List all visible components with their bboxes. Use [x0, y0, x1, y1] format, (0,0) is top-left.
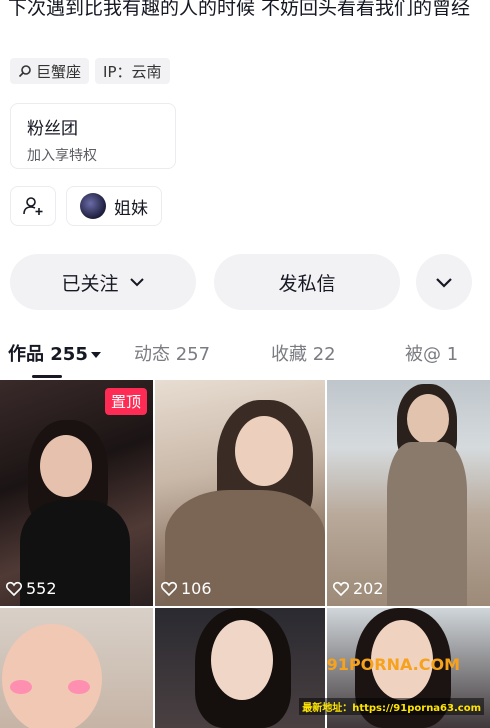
like-count-value: 552	[26, 579, 57, 598]
like-count: 202	[333, 579, 384, 598]
video-grid: 置顶 552 106 202	[0, 380, 490, 728]
pinned-badge: 置顶	[104, 388, 147, 415]
chevron-down-icon	[129, 278, 144, 287]
tag-ip-label: IP：云南	[103, 62, 162, 81]
group-chip-label: 姐妹	[114, 198, 148, 219]
tab-favorites[interactable]: 收藏 22	[271, 340, 336, 366]
group-avatar	[80, 193, 106, 219]
thumbnail-face	[211, 620, 273, 700]
social-chips: 姐妹	[10, 186, 162, 226]
search-icon	[18, 65, 31, 78]
tag-zodiac[interactable]: 巨蟹座	[10, 58, 90, 84]
following-button[interactable]: 已关注	[10, 254, 196, 310]
tag-zodiac-label: 巨蟹座	[36, 62, 82, 81]
fans-group-card[interactable]: 粉丝团 加入享特权	[10, 103, 176, 169]
heart-icon	[6, 581, 22, 596]
tab-works-label: 作品 255	[8, 344, 88, 365]
following-label: 已关注	[61, 272, 119, 295]
send-message-button[interactable]: 发私信	[214, 254, 400, 310]
thumbnail-face	[40, 435, 92, 497]
profile-tabs: 作品 255 动态 257 收藏 22 被@ 1	[0, 336, 490, 378]
heart-icon	[161, 581, 177, 596]
video-thumbnail[interactable]: 202	[327, 380, 490, 606]
thumbnail-face	[2, 624, 102, 728]
profile-tags: 巨蟹座 IP：云南	[10, 58, 170, 84]
fans-group-title: 粉丝团	[27, 119, 78, 139]
more-options-button[interactable]	[416, 254, 472, 310]
video-thumbnail[interactable]: 置顶 552	[0, 380, 153, 606]
like-count: 106	[161, 579, 212, 598]
send-message-label: 发私信	[278, 272, 336, 295]
heart-icon	[333, 581, 349, 596]
tab-mentions[interactable]: 被@ 1	[405, 340, 458, 366]
profile-bio: 下次遇到比我有趣的人的时候 不妨回头看看我们的曾经	[8, 0, 471, 19]
like-count: 552	[6, 579, 57, 598]
like-count-value: 106	[181, 579, 212, 598]
fans-group-subtitle: 加入享特权	[27, 148, 97, 164]
blush-sticker	[68, 680, 90, 694]
site-watermark-url: 最新地址：https://91porna63.com	[299, 698, 484, 715]
group-chat-chip[interactable]: 姐妹	[66, 186, 162, 226]
blush-sticker	[10, 680, 32, 694]
tab-works[interactable]: 作品 255	[8, 340, 101, 366]
site-watermark: 91PORNA.COM	[326, 655, 460, 674]
thumbnail-face	[407, 394, 449, 444]
active-tab-indicator	[32, 375, 62, 378]
tag-ip-location: IP：云南	[95, 58, 170, 84]
tab-moments[interactable]: 动态 257	[134, 340, 210, 366]
like-count-value: 202	[353, 579, 384, 598]
add-friend-button[interactable]	[10, 186, 56, 226]
thumbnail-body	[387, 442, 467, 606]
thumbnail-face	[235, 416, 293, 486]
add-friend-icon	[23, 197, 43, 215]
video-thumbnail[interactable]: 106	[155, 380, 325, 606]
video-thumbnail[interactable]	[0, 608, 153, 728]
caret-down-icon	[90, 352, 101, 358]
chevron-down-icon	[436, 277, 452, 288]
